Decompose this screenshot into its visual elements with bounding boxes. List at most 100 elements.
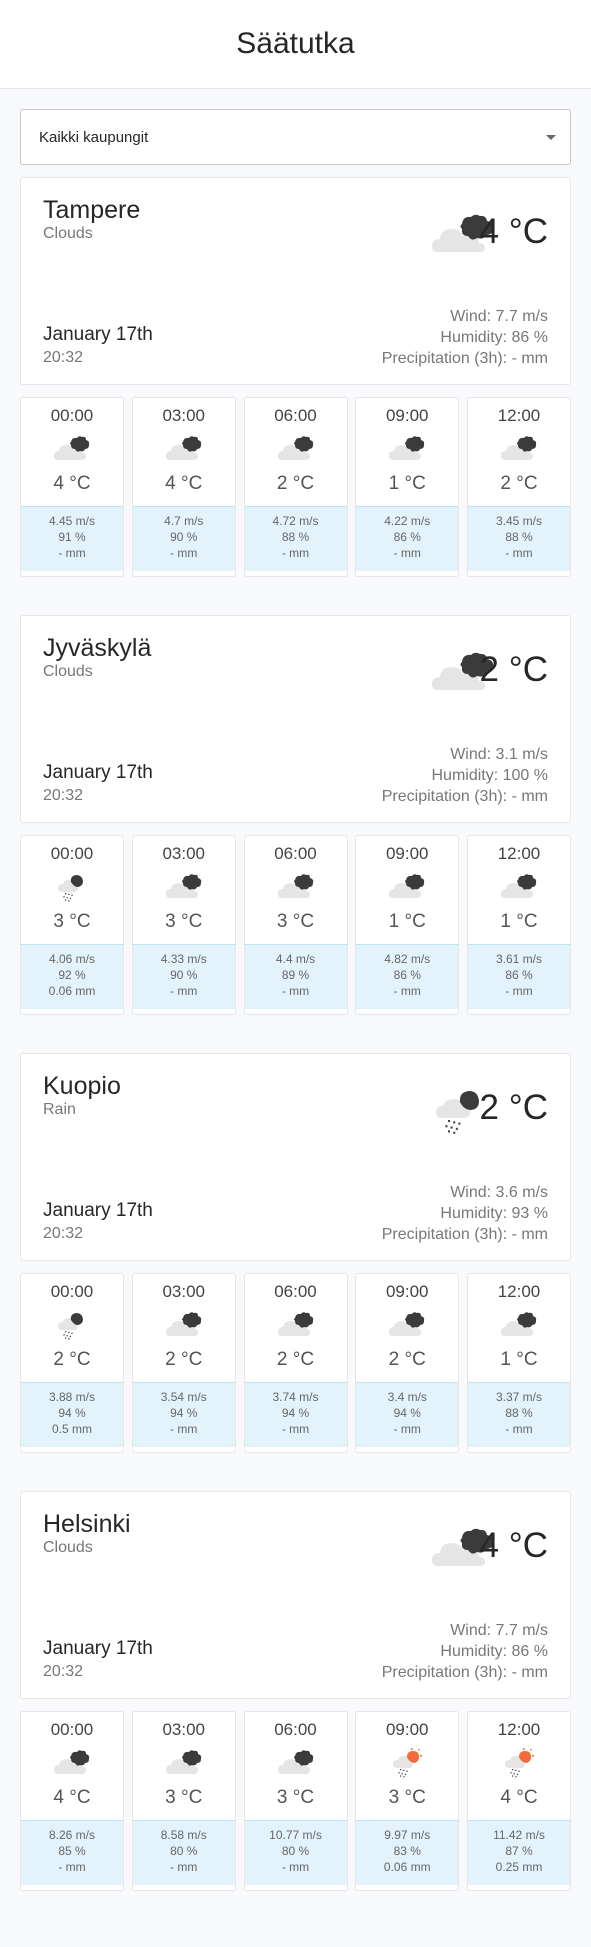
forecast-item: 09:00 1 °C 4.82 m/s 86 % - mm xyxy=(355,835,460,1015)
current-weather-card: Jyväskylä Clouds 2 °C January 17th 20:32… xyxy=(20,615,571,823)
forecast-wind: 3.37 m/s xyxy=(495,1390,543,1404)
forecast-humidity: 83 % xyxy=(393,1844,421,1858)
current-stats: Wind: 3.6 m/s Humidity: 93 % Precipitati… xyxy=(382,1182,548,1245)
forecast-wind: 11.42 m/s xyxy=(493,1828,545,1842)
current-temperature: 2 °C xyxy=(479,1088,548,1127)
forecast-time: 09:00 xyxy=(385,844,429,863)
humidity-stat: Humidity: 93 % xyxy=(440,1205,548,1222)
current-time: 20:32 xyxy=(43,787,84,804)
clouds-icon xyxy=(165,874,201,898)
city-section: Helsinki Clouds 4 °C January 17th 20:32 … xyxy=(20,1491,571,1891)
forecast-item: 09:00 2 °C 3.4 m/s 94 % - mm xyxy=(355,1273,460,1453)
page-title: Säätutka xyxy=(236,27,355,60)
forecast-item: 00:00 3 °C 4.06 m/s 92 % 0.06 mm xyxy=(20,835,124,1015)
forecast-stats: 8.58 m/s 80 % - mm xyxy=(132,1820,235,1885)
humidity-stat: Humidity: 86 % xyxy=(440,1643,548,1660)
forecast-time: 12:00 xyxy=(497,1720,541,1739)
forecast-humidity: 94 % xyxy=(393,1406,421,1420)
forecast-stats: 3.74 m/s 94 % - mm xyxy=(244,1382,347,1447)
current-stats: Wind: 7.7 m/s Humidity: 86 % Precipitati… xyxy=(382,1620,548,1683)
clouds-icon xyxy=(277,436,313,460)
forecast-wind: 3.54 m/s xyxy=(160,1390,207,1404)
forecast-temperature: 4 °C xyxy=(165,473,203,494)
clouds-icon xyxy=(54,436,90,460)
forecast-precipitation: 0.06 mm xyxy=(48,984,96,998)
forecast-row: 00:00 4 °C 8.26 m/s 85 % - mm 03:00 3 °C… xyxy=(20,1711,571,1891)
current-weather-card: Helsinki Clouds 4 °C January 17th 20:32 … xyxy=(20,1491,571,1699)
forecast-wind: 3.4 m/s xyxy=(387,1390,427,1404)
forecast-humidity: 86 % xyxy=(393,530,421,544)
forecast-humidity: 88 % xyxy=(505,1406,533,1420)
clouds-icon xyxy=(54,1750,90,1774)
city-select[interactable]: Kaikki kaupungit xyxy=(20,109,571,165)
forecast-row: 00:00 4 °C 4.45 m/s 91 % - mm 03:00 4 °C… xyxy=(20,397,571,577)
forecast-stats: 11.42 m/s 87 % 0.25 mm xyxy=(468,1820,570,1885)
forecast-humidity: 92 % xyxy=(58,968,86,982)
forecast-time: 09:00 xyxy=(385,1282,429,1301)
clouds-icon xyxy=(165,1750,201,1774)
precipitation-stat: Precipitation (3h): - mm xyxy=(381,788,548,805)
forecast-wind: 8.26 m/s xyxy=(48,1828,96,1842)
forecast-item: 03:00 2 °C 3.54 m/s 94 % - mm xyxy=(131,1273,236,1453)
chevron-down-icon[interactable] xyxy=(546,135,556,140)
forecast-temperature: 2 °C xyxy=(500,473,538,494)
clouds-icon xyxy=(389,1312,425,1336)
rain-icon xyxy=(58,875,83,902)
forecast-temperature: 3 °C xyxy=(53,911,91,932)
forecast-item: 03:00 3 °C 4.33 m/s 90 % - mm xyxy=(131,835,236,1015)
forecast-humidity: 80 % xyxy=(170,1844,198,1858)
forecast-humidity: 87 % xyxy=(505,1844,533,1858)
forecast-stats: 4.82 m/s 86 % - mm xyxy=(356,944,459,1009)
clouds-icon xyxy=(389,436,425,460)
forecast-humidity: 90 % xyxy=(170,968,198,982)
wind-stat: Wind: 3.1 m/s xyxy=(450,746,548,763)
forecast-stats: 3.45 m/s 88 % - mm xyxy=(468,506,570,571)
forecast-item: 00:00 2 °C 3.88 m/s 94 % 0.5 mm xyxy=(20,1273,124,1453)
precipitation-stat: Precipitation (3h): - mm xyxy=(381,1664,548,1681)
current-time: 20:32 xyxy=(43,349,84,366)
forecast-item: 06:00 2 °C 3.74 m/s 94 % - mm xyxy=(243,1273,348,1453)
forecast-temperature: 3 °C xyxy=(388,1787,426,1808)
forecast-temperature: 2 °C xyxy=(165,1349,203,1370)
forecast-wind: 10.77 m/s xyxy=(269,1828,322,1842)
current-date: January 17th xyxy=(43,324,153,345)
forecast-wind: 4.7 m/s xyxy=(164,514,204,528)
forecast-humidity: 94 % xyxy=(281,1406,310,1420)
forecast-precipitation: - mm xyxy=(170,984,198,998)
forecast-wind: 3.61 m/s xyxy=(495,952,543,966)
forecast-wind: 3.74 m/s xyxy=(272,1390,319,1404)
forecast-item: 09:00 1 °C 4.22 m/s 86 % - mm xyxy=(355,397,460,577)
forecast-precipitation: - mm xyxy=(281,1422,310,1436)
clouds-icon xyxy=(501,874,537,898)
forecast-time: 12:00 xyxy=(497,406,541,425)
forecast-item: 06:00 3 °C 10.77 m/s 80 % - mm xyxy=(243,1711,348,1891)
forecast-stats: 10.77 m/s 80 % - mm xyxy=(244,1820,347,1885)
forecast-humidity: 94 % xyxy=(58,1406,86,1420)
forecast-precipitation: - mm xyxy=(170,1860,198,1874)
forecast-time: 12:00 xyxy=(497,1282,541,1301)
clouds-icon xyxy=(277,874,313,898)
forecast-humidity: 86 % xyxy=(505,968,533,982)
forecast-time: 00:00 xyxy=(50,1282,94,1301)
forecast-item: 03:00 3 °C 8.58 m/s 80 % - mm xyxy=(131,1711,236,1891)
forecast-humidity: 88 % xyxy=(505,530,533,544)
forecast-temperature: 1 °C xyxy=(500,911,538,932)
forecast-temperature: 2 °C xyxy=(276,1349,315,1370)
forecast-wind: 8.58 m/s xyxy=(160,1828,207,1842)
current-weather-card: Kuopio Rain 2 °C January 17th 20:32 Wind… xyxy=(20,1053,571,1261)
city-section: Tampere Clouds 4 °C January 17th 20:32 W… xyxy=(20,177,571,577)
current-stats: Wind: 7.7 m/s Humidity: 86 % Precipitati… xyxy=(382,306,548,369)
forecast-precipitation: - mm xyxy=(170,546,198,560)
current-date: January 17th xyxy=(43,1638,153,1659)
forecast-stats: 4.7 m/s 90 % - mm xyxy=(132,506,235,571)
sun-rain-icon xyxy=(505,1748,534,1778)
forecast-precipitation: - mm xyxy=(393,546,421,560)
forecast-item: 12:00 1 °C 3.61 m/s 86 % - mm xyxy=(467,835,571,1015)
clouds-icon xyxy=(277,1750,313,1774)
forecast-wind: 4.45 m/s xyxy=(48,514,96,528)
forecast-precipitation: - mm xyxy=(170,1422,198,1436)
current-time: 20:32 xyxy=(43,1225,84,1242)
forecast-stats: 3.4 m/s 94 % - mm xyxy=(356,1382,459,1447)
precipitation-stat: Precipitation (3h): - mm xyxy=(381,1226,548,1243)
humidity-stat: Humidity: 100 % xyxy=(431,767,549,784)
